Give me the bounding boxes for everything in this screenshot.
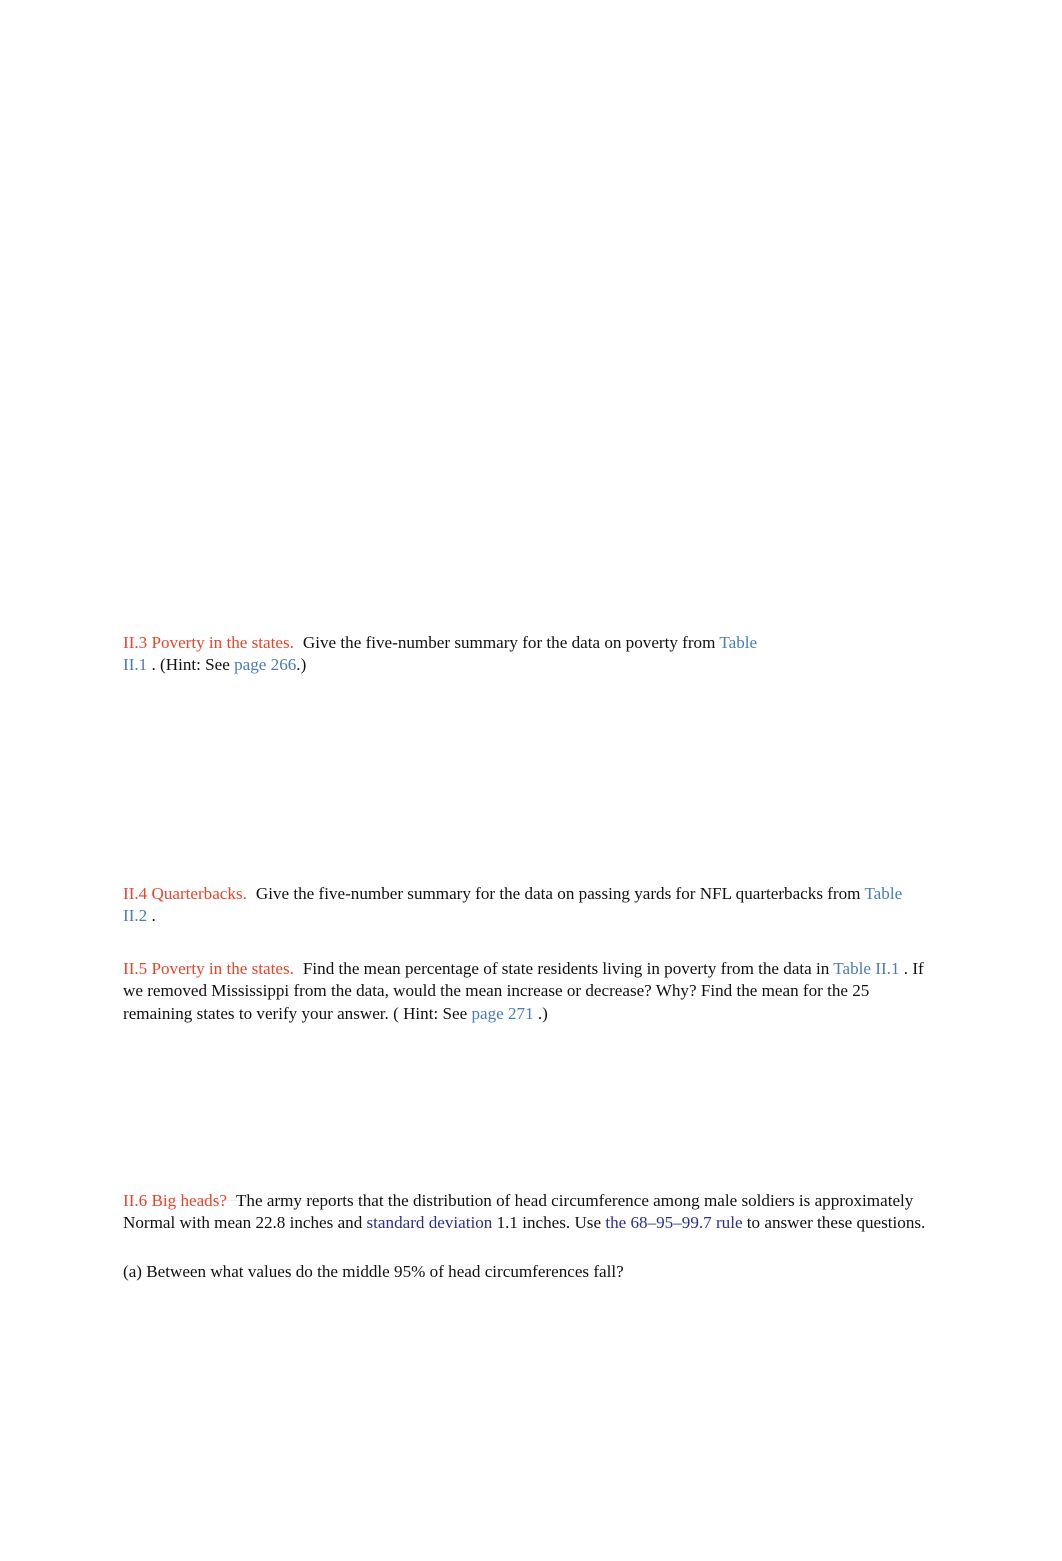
exercise-ii-3-text-1: Give the five-number summary for the dat…	[302, 633, 720, 652]
answer-space-after-ii-5	[123, 1025, 929, 1190]
gap-before-subpart-a	[123, 1235, 929, 1261]
exercise-ii-4-text-2: .	[147, 905, 156, 925]
document-page: II.3 Poverty in the states. Give the five…	[0, 0, 1062, 1561]
exercise-ii-4-text-1: Give the five-number summary for the dat…	[255, 883, 865, 903]
exercise-ii-3-text-2: . (Hint: See	[147, 655, 235, 675]
exercise-ii-6-text-2: 1.1 inches. Use	[492, 1213, 606, 1233]
link-table-ii-1[interactable]: Table II.1	[833, 959, 899, 978]
exercise-ii-6-text-3: to answer these questions.	[742, 1213, 926, 1233]
page-content: II.3 Poverty in the states. Give the five…	[123, 0, 929, 1283]
link-page-271[interactable]: page 271	[471, 1004, 533, 1023]
exercise-ii-5-heading: II.5 Poverty in the states.	[123, 959, 294, 979]
exercise-ii-6-heading: II.6 Big heads?	[123, 1191, 227, 1211]
exercise-ii-3-heading: II.3 Poverty in the states.	[123, 633, 294, 652]
exercise-ii-3-text-3: .)	[296, 655, 307, 675]
link-page-266[interactable]: page 266	[234, 655, 296, 674]
exercise-ii-5-text-3: .)	[533, 1003, 548, 1023]
exercise-ii-6: II.6 Big heads? The army reports that the…	[123, 1190, 929, 1235]
top-margin-space	[123, 0, 929, 632]
answer-space-after-ii-3	[123, 677, 929, 883]
link-68-95-99-7-rule[interactable]: the 68–95–99.7 rule	[605, 1213, 742, 1232]
link-standard-deviation[interactable]: standard deviation	[367, 1213, 493, 1232]
exercise-ii-3: II.3 Poverty in the states. Give the five…	[123, 632, 763, 677]
exercise-ii-5: II.5 Poverty in the states. Find the mean…	[123, 958, 929, 1025]
exercise-ii-4-heading: II.4 Quarterbacks.	[123, 883, 247, 903]
exercise-ii-5-text-1: Find the mean percentage of state reside…	[302, 959, 834, 979]
gap-between-ii-4-ii-5	[123, 927, 929, 958]
exercise-ii-4: II.4 Quarterbacks. Give the five-number s…	[123, 883, 929, 928]
exercise-ii-6-part-a: (a) Between what values do the middle 95…	[123, 1261, 624, 1281]
